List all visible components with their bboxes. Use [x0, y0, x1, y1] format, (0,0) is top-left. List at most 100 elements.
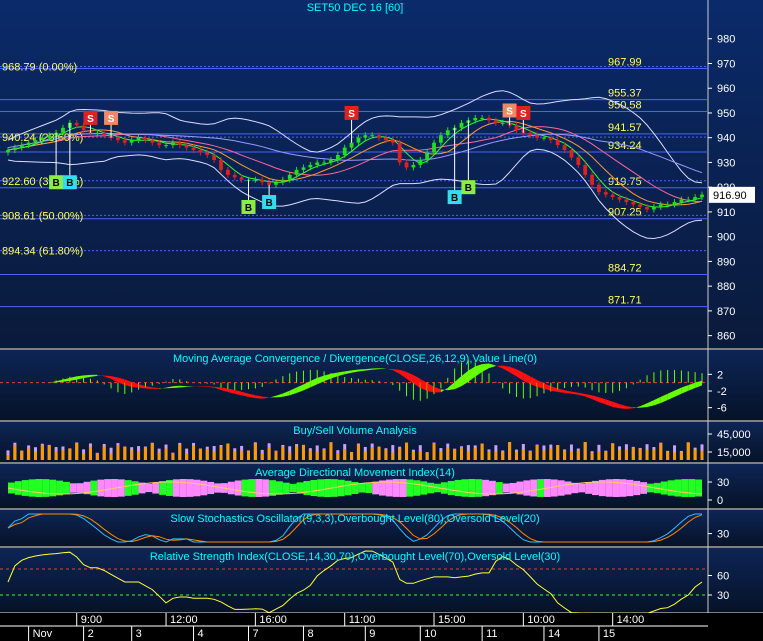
- adx-area-6: [42, 479, 50, 497]
- adx-area-90: [619, 479, 627, 497]
- candle-body-55: [384, 137, 388, 141]
- adx-area-53: [365, 483, 373, 493]
- candle-body-92: [638, 204, 643, 207]
- indicator-4-tick-label-0: 30: [717, 529, 729, 541]
- adx-area-61: [420, 481, 428, 495]
- candle-body-88: [610, 194, 615, 198]
- volume-bar-buy-22: [157, 452, 161, 460]
- candle-body-78: [542, 137, 546, 139]
- volume-bar-buy-62: [432, 443, 436, 460]
- candle-body-98: [679, 199, 684, 203]
- volume-bar-buy-99: [686, 442, 690, 460]
- candle-body-25: [177, 142, 182, 146]
- adx-area-55: [379, 480, 386, 496]
- candle-body-52: [363, 135, 368, 138]
- adx-area-31: [214, 483, 222, 493]
- candle-body-32: [225, 169, 230, 175]
- main-chart-title: SET50 DEC 16 [60]: [307, 2, 404, 14]
- candle-body-36: [253, 179, 258, 181]
- candle-body-33: [232, 174, 237, 178]
- volume-bar-buy-32: [226, 443, 230, 460]
- candle-body-94: [651, 206, 656, 210]
- candle-body-29: [205, 152, 210, 156]
- signal-label-10: S: [520, 109, 527, 120]
- candle-body-80: [555, 140, 560, 146]
- y-tick-label-900: 900: [717, 232, 735, 244]
- volume-bar-buy-84: [583, 442, 587, 460]
- volume-bar-buy-71: [494, 452, 498, 460]
- indicator-title-1: Moving Average Convergence / Divergence(…: [173, 353, 537, 365]
- adx-area-8: [56, 480, 63, 496]
- candle-body-16: [116, 137, 120, 141]
- adx-area-27: [186, 479, 194, 497]
- adx-area-43: [296, 482, 304, 494]
- adx-area-45: [310, 479, 318, 497]
- candle-body-19: [136, 137, 141, 141]
- volume-bar-buy-37: [260, 453, 264, 460]
- candle-body-0: [6, 150, 10, 153]
- trading-chart[interactable]: SET50 DEC 16 [60]86087088089090091092093…: [0, 0, 763, 641]
- candle-body-53: [370, 135, 375, 137]
- volume-bar-buy-63: [439, 451, 443, 460]
- volume-bar-buy-97: [673, 452, 677, 460]
- candle-body-21: [150, 140, 155, 143]
- adx-area-86: [592, 480, 599, 496]
- adx-area-36: [248, 479, 256, 497]
- adx-area-65: [447, 480, 455, 496]
- candle-body-95: [658, 204, 663, 207]
- candle-body-86: [597, 184, 601, 193]
- candle-body-70: [487, 117, 491, 121]
- last-price-label: 916.90: [713, 190, 747, 202]
- date-label-1: 2: [88, 628, 94, 640]
- volume-bar-buy-0: [6, 455, 10, 460]
- candle-body-62: [432, 142, 436, 153]
- volume-bar-buy-38: [267, 447, 271, 460]
- candle-body-11: [81, 125, 86, 131]
- adx-area-69: [475, 479, 483, 497]
- candle-body-44: [308, 164, 313, 168]
- adx-area-85: [585, 482, 593, 494]
- level-label-934.24: 934.24: [608, 140, 642, 152]
- candle-body-2: [19, 145, 24, 148]
- y-tick-label-870: 870: [717, 306, 735, 318]
- volume-bar-buy-44: [308, 450, 312, 460]
- adx-area-96: [660, 481, 668, 495]
- candle-body-13: [95, 132, 100, 134]
- adx-area-21: [145, 483, 153, 493]
- candle-body-57: [397, 142, 402, 163]
- volume-bar-buy-76: [528, 451, 532, 460]
- candle-body-30: [212, 155, 217, 160]
- volume-bar-buy-9: [68, 448, 72, 460]
- adx-area-23: [159, 481, 167, 495]
- candle-body-17: [122, 140, 127, 143]
- fib-label-968.79: 968.79 (0.00%): [2, 61, 77, 73]
- candle-body-66: [459, 122, 464, 128]
- volume-bar-buy-51: [356, 444, 360, 460]
- candle-body-46: [322, 162, 326, 164]
- adx-area-22: [152, 482, 160, 494]
- candle-body-28: [198, 150, 203, 153]
- volume-bar-buy-14: [102, 446, 106, 460]
- candle-body-96: [665, 204, 670, 206]
- candle-body-90: [624, 199, 629, 203]
- date-label-10: 15: [603, 628, 615, 640]
- adx-area-17: [117, 479, 125, 497]
- candle-body-50: [349, 142, 354, 148]
- volume-bar-buy-7: [54, 451, 58, 460]
- adx-area-58: [399, 479, 407, 497]
- signal-label-9: S: [506, 106, 513, 117]
- time-axis-bg: [0, 613, 763, 641]
- adx-area-11: [76, 483, 84, 493]
- volume-bar-buy-10: [75, 443, 79, 460]
- signal-label-8: B: [465, 183, 472, 194]
- adx-area-92: [633, 480, 641, 496]
- candle-body-6: [47, 135, 52, 138]
- candle-body-101: [700, 194, 704, 198]
- candle-body-99: [686, 199, 691, 201]
- adx-area-14: [97, 479, 105, 497]
- level-label-871.71: 871.71: [608, 295, 642, 307]
- volume-bar-buy-13: [95, 452, 99, 460]
- signal-label-2: B: [245, 203, 252, 214]
- adx-area-28: [193, 479, 201, 497]
- candle-body-54: [377, 135, 381, 138]
